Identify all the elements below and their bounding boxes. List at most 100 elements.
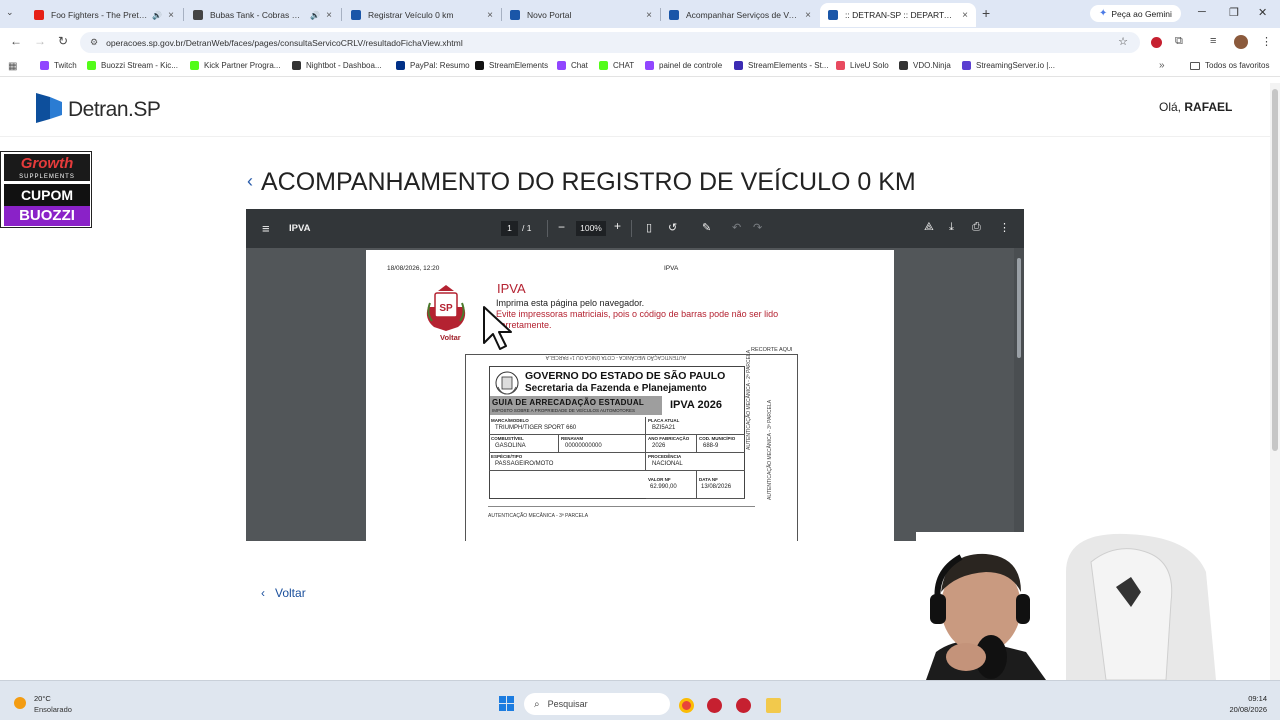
bookmark-label: StreamElements (489, 61, 549, 70)
clock-date[interactable]: 20/08/2026 (1217, 705, 1267, 714)
clock-time[interactable]: 09:14 (1227, 694, 1267, 703)
scrollbar-thumb[interactable] (1272, 89, 1278, 451)
maximize-icon[interactable]: ❐ (1229, 6, 1239, 19)
bookmark-label: LiveU Solo (850, 61, 889, 70)
download-icon[interactable]: ⤓ (949, 221, 954, 234)
streamelements-icon (734, 61, 743, 70)
close-tab-icon[interactable]: × (805, 10, 811, 21)
scrollbar-thumb[interactable] (1017, 258, 1021, 358)
reload-icon[interactable]: ↻ (58, 34, 68, 48)
print-icon[interactable]: ⎙ (972, 221, 981, 234)
liveu-icon (836, 61, 845, 70)
auth-bottom-label: AUTENTICAÇÃO MECÂNICA - 3ª PARCELA (488, 513, 589, 519)
new-tab-button[interactable]: + (982, 5, 990, 21)
back-icon[interactable]: ← (10, 34, 22, 48)
media-controls-icon[interactable]: ≡ (1210, 35, 1216, 47)
weather-temperature[interactable]: 20°C (34, 694, 51, 703)
bookmark-label: StreamElements - St... (748, 61, 829, 70)
audio-icon[interactable]: 🔊 (152, 11, 162, 20)
bookmark-kick-partner[interactable]: Kick Partner Progra... (190, 61, 280, 70)
bookmark-painel-controle[interactable]: painel de controle (645, 61, 722, 70)
tab-novo-portal[interactable]: Novo Portal × (502, 3, 660, 27)
tab-foo-fighters[interactable]: Foo Fighters - The Pretender 🔊 × (26, 3, 182, 27)
bookmark-streamelements[interactable]: StreamElements (475, 61, 548, 70)
fit-page-icon[interactable]: ▯ (646, 221, 652, 234)
close-tab-icon[interactable]: × (168, 10, 174, 21)
undo-icon[interactable]: ↶ (732, 221, 741, 234)
zoom-input[interactable]: 100% (576, 221, 606, 236)
bookmark-label: VDO.Ninja (913, 61, 951, 70)
bookmark-chat[interactable]: Chat (557, 61, 588, 70)
pdf-scrollbar[interactable] (1014, 248, 1024, 541)
close-tab-icon[interactable]: × (326, 10, 332, 21)
browser-menu-icon[interactable]: ⋮ (1261, 35, 1272, 48)
zoom-out-icon[interactable]: − (558, 220, 565, 234)
detran-logo-icon[interactable] (36, 93, 62, 123)
minimize-icon[interactable]: ─ (1198, 6, 1206, 18)
bookmark-streamelements-st[interactable]: StreamElements - St... (734, 61, 828, 70)
bookmark-label: CHAT (613, 61, 635, 70)
profile-avatar[interactable] (1234, 35, 1248, 49)
bookmark-twitch[interactable]: Twitch (40, 61, 77, 70)
tab-acompanhar-servicos[interactable]: Acompanhar Serviços de Veículo × (661, 3, 819, 27)
tab-bubas-tank[interactable]: Bubas Tank - Cobras — Baixo 🔊 × (185, 3, 340, 27)
taskbar-search[interactable]: ⌕ Pesquisar (524, 693, 670, 715)
file-explorer-icon[interactable] (766, 698, 781, 713)
pdf-viewer[interactable]: ≡ IPVA 1 / 1 − 100% + ▯ ↺ ✎ ↶ ↷ ⟁ ⤓ ⎙ ⋮ … (246, 209, 1024, 541)
page-number-input[interactable]: 1 (501, 221, 518, 236)
close-tab-icon[interactable]: × (646, 10, 652, 21)
sun-icon[interactable] (14, 697, 26, 709)
bookmark-streamingserver[interactable]: StreamingServer.io |... (962, 61, 1055, 70)
close-tab-icon[interactable]: × (487, 10, 493, 21)
forward-icon[interactable]: → (34, 34, 46, 48)
chrome-taskbar-icon[interactable] (679, 698, 694, 713)
tab-detran-active[interactable]: :: DETRAN-SP :: DEPARTAMENTO × (820, 3, 976, 27)
bookmark-label: Nightbot - Dashboa... (306, 61, 382, 70)
doc-voltar-link[interactable]: Voltar (440, 333, 461, 342)
voltar-button[interactable]: ‹ Voltar (261, 586, 306, 600)
bookmark-liveu[interactable]: LiveU Solo (836, 61, 889, 70)
extension-icon[interactable] (1151, 37, 1162, 48)
zoom-in-icon[interactable]: + (614, 219, 621, 233)
field-label-municipio: COD. MUNICÍPIO (699, 436, 736, 441)
apps-grid-icon[interactable]: ▦ (8, 61, 17, 72)
tab-registrar-veiculo[interactable]: Registrar Veículo 0 km × (343, 3, 501, 27)
gemini-button[interactable]: ✦ Peça ao Gemini (1090, 5, 1181, 22)
redo-icon[interactable]: ↷ (753, 221, 762, 234)
greeting-prefix: Olá, (1159, 100, 1182, 114)
address-toolbar: ← → ↻ ⚙ operacoes.sp.gov.br/DetranWeb/fa… (0, 28, 1280, 57)
ipva-year: IPVA 2026 (670, 399, 722, 411)
annotate-icon[interactable]: ✎ (702, 221, 711, 234)
site-logo-text[interactable]: Detran.SP (68, 98, 161, 122)
bookmark-chat-kick[interactable]: CHAT (599, 61, 634, 70)
windows-start-icon[interactable] (499, 696, 514, 711)
chevron-left-icon[interactable]: ‹ (247, 171, 253, 191)
close-tab-icon[interactable]: × (962, 10, 968, 21)
ai-icon[interactable]: ⟁ (924, 221, 934, 234)
pdf-page: 18/08/2026, 12:20 IPVA SP Voltar IPVA Im… (366, 250, 894, 541)
address-bar[interactable]: ⚙ operacoes.sp.gov.br/DetranWeb/faces/pa… (80, 32, 1140, 53)
folder-label: Todos os favoritos (1205, 61, 1270, 70)
tab-search-icon[interactable]: ⌄ (6, 7, 14, 18)
more-options-icon[interactable]: ⋮ (999, 221, 1010, 234)
audio-icon[interactable]: 🔊 (310, 11, 320, 20)
bookmark-nightbot[interactable]: Nightbot - Dashboa... (292, 61, 382, 70)
all-bookmarks-folder[interactable]: Todos os favoritos (1190, 61, 1269, 70)
close-window-icon[interactable]: ✕ (1258, 6, 1267, 19)
more-bookmarks-icon[interactable]: » (1159, 60, 1165, 71)
bookmark-vdo-ninja[interactable]: VDO.Ninja (899, 61, 951, 70)
bookmark-paypal[interactable]: PayPal: Resumo (396, 61, 470, 70)
extensions-puzzle-icon[interactable]: ⧉ (1175, 35, 1183, 48)
app-icon[interactable] (736, 698, 751, 713)
rotate-icon[interactable]: ↺ (668, 221, 677, 234)
page-scrollbar[interactable] (1270, 83, 1280, 680)
weather-condition[interactable]: Ensolarado (34, 705, 72, 714)
toolbar-divider (547, 220, 548, 237)
menu-icon[interactable]: ≡ (262, 221, 270, 236)
bookmark-star-icon[interactable]: ☆ (1118, 35, 1128, 48)
pdf-toolbar: ≡ IPVA 1 / 1 − 100% + ▯ ↺ ✎ ↶ ↷ ⟁ ⤓ ⎙ ⋮ (246, 209, 1024, 248)
bookmark-buozzi-stream[interactable]: Buozzi Stream - Kic... (87, 61, 178, 70)
secretariat-name: Secretaria da Fazenda e Planejamento (525, 383, 707, 394)
obs-app-icon[interactable] (707, 698, 722, 713)
site-info-icon[interactable]: ⚙ (90, 37, 98, 48)
